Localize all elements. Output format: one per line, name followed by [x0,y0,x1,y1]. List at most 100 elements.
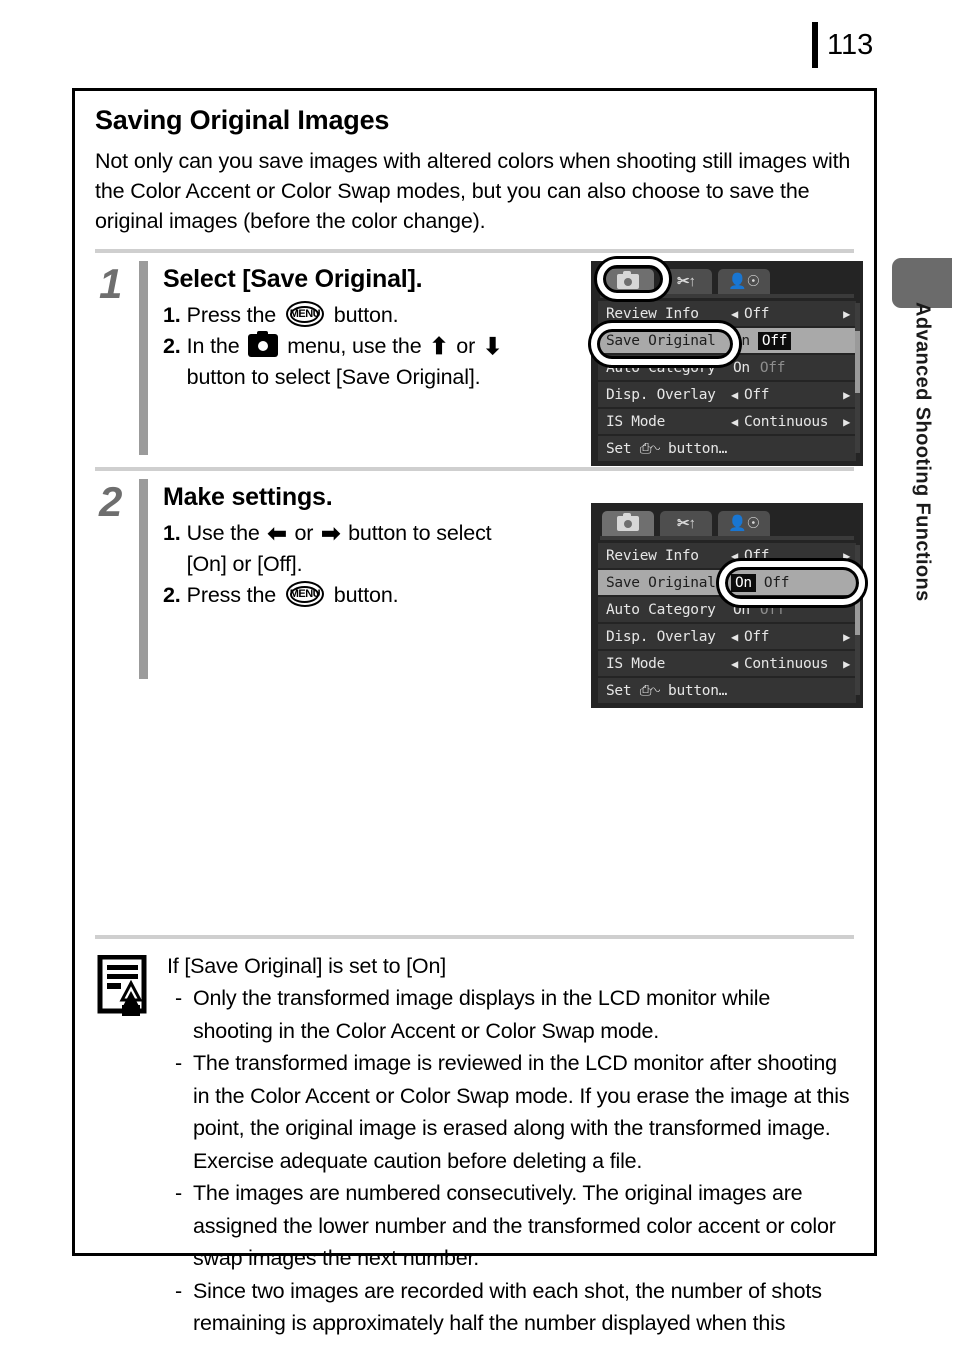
lcd-2-tab-mycamera[interactable]: 👤☉ [718,511,770,536]
lcd-screen-2: ✂↑ 👤☉ Review Info ◀ Off ▶ Save Original … [591,503,865,708]
lcd-2-tab-setup[interactable]: ✂↑ [660,511,712,536]
step-2-item-1-number: 1. [163,521,181,545]
note-block: If [Save Original] is set to [On] - Only… [75,939,874,1345]
left-arrow-icon: ◀ [731,306,738,321]
lcd-2-row-save-original[interactable]: Save Original On Off [598,570,856,595]
content-frame: Saving Original Images Not only can you … [72,88,877,1345]
intro-block: Saving Original Images Not only can you … [75,91,874,236]
lcd-2-rows: Review Info ◀ Off ▶ Save Original On Off [598,543,860,703]
step-1-item-2-mid: menu, use the [287,334,422,358]
lcd-2-tabs: ✂↑ 👤☉ [598,509,856,536]
lcd-1-row-review-info[interactable]: Review Info ◀ Off ▶ [598,301,856,326]
camera-icon [617,271,639,289]
section-description: Not only can you save images with altere… [95,149,851,233]
step-2-item-2-pre: Press the [186,583,277,607]
bullet-dash: - [175,1181,182,1205]
lcd-2-auto-category-on[interactable]: On [731,602,752,618]
lcd-2-row-disp-overlay[interactable]: Disp. Overlay ◀ Off ▶ [598,624,856,649]
lcd-1-auto-category-on[interactable]: On [731,360,752,376]
bullet-dash: - [175,1051,182,1075]
right-arrow-icon: ▶ [843,414,850,429]
lcd-2-row-review-info[interactable]: Review Info ◀ Off ▶ [598,543,856,568]
step-2-item-2-post: button. [333,583,399,607]
lcd-2-review-info-val: Off [743,547,770,564]
page-number: 113 [827,28,874,61]
lcd-2-row-is-mode-value: ◀ Continuous ▶ [731,656,850,672]
left-arrow-icon: ◀ [731,656,738,671]
lcd-1-tab-shooting[interactable] [602,269,654,294]
left-arrow-icon: ◀ [731,629,738,644]
lcd-2-row-auto-category[interactable]: Auto Category On Off [598,597,856,622]
note-bullet-4: - Since two images are recorded with eac… [167,1275,854,1345]
step-1-item-2-post: button to select [Save Original]. [186,365,481,389]
step-2-item-1-post: button to select [348,521,492,545]
lcd-1-tabbar-line [600,294,854,298]
lcd-2-row-disp-overlay-value: ◀ Off ▶ [731,629,850,645]
right-arrow-icon: ▶ [843,387,850,402]
lcd-1-row-disp-overlay-label: Disp. Overlay [606,386,716,403]
lcd-1-auto-category-off[interactable]: Off [758,360,787,376]
note-bullet-2-text: The transformed image is reviewed in the… [193,1051,850,1173]
lcd-2-row-save-original-value: On Off [731,573,850,592]
lcd-1-rows: Review Info ◀ Off ▶ Save Original On Off [598,301,860,461]
lcd-2-auto-category-off[interactable]: Off [758,602,787,618]
tools-icon: ✂↑ [676,273,696,290]
lcd-1-tabs: ✂↑ 👤☉ [598,267,856,294]
lcd-1-is-mode-val: Continuous [743,413,829,430]
menu-button-icon: MENU [285,301,324,327]
lcd-2-scrollbar[interactable] [855,545,860,695]
lcd-2-disp-overlay-val: Off [743,628,770,645]
lcd-2-tabbar-line [600,536,854,540]
step-1-item-2-or: or [456,334,476,358]
step-2-item-1-line2: [On] or [Off]. [186,552,303,576]
step-1-item-1-number: 1. [163,303,181,327]
note-text: If [Save Original] is set to [On] - Only… [159,951,854,1345]
lcd-1-row-auto-category[interactable]: Auto Category On Off [598,355,856,380]
lcd-2-row-disp-overlay-label: Disp. Overlay [606,628,716,645]
step-2-number: 2 [99,478,123,525]
camera-icon [617,513,639,531]
lcd-2-row-set-button[interactable]: Set ⎙∿ button… [598,678,856,703]
lcd-1-row-is-mode[interactable]: IS Mode ◀ Continuous ▶ [598,409,856,434]
lcd-1-tab-mycamera[interactable]: 👤☉ [718,269,770,294]
lcd-1-row-is-mode-label: IS Mode [606,413,666,430]
step-2-item-1-or: or [294,521,314,545]
left-arrow-icon: ◀ [731,414,738,429]
lcd-2-save-original-on[interactable]: On [731,573,756,592]
lcd-1-disp-overlay-val: Off [743,386,770,403]
my-camera-icon: 👤☉ [727,273,761,290]
lcd-2-row-review-info-label: Review Info [606,547,699,564]
right-arrow-icon: ▶ [843,656,850,671]
lcd-1-row-is-mode-value: ◀ Continuous ▶ [731,414,850,430]
lcd-1-scrollbar[interactable] [855,303,860,453]
lcd-1-tab-setup[interactable]: ✂↑ [660,269,712,294]
lcd-screen-1: ✂↑ 👤☉ Review Info ◀ Off ▶ Save Original … [591,259,863,466]
step-1-item-1-post: button. [333,303,399,327]
page-number-area: 113 [812,22,873,68]
lcd-2-tab-shooting[interactable] [602,511,654,536]
lcd-1-save-original-on[interactable]: On [731,333,752,349]
lcd-1-row-save-original[interactable]: Save Original On Off [598,328,856,353]
step-2-item-2-number: 2. [163,583,181,607]
lcd-1-save-original-off[interactable]: Off [757,331,792,350]
step-1-item-2-pre: In the [186,334,240,358]
note-bullet-3-text: The images are numbered consecutively. T… [193,1181,836,1270]
lcd-1-row-review-info-label: Review Info [606,305,699,322]
lcd-1-row-set-button[interactable]: Set ⎙∿ button… [598,436,856,461]
tools-icon: ✂↑ [676,515,696,532]
step-2-rule [139,479,148,679]
lcd-2-is-mode-val: Continuous [743,655,829,672]
lcd-1-row-disp-overlay-value: ◀ Off ▶ [731,387,850,403]
side-chapter-label: Advanced Shooting Functions [892,300,952,720]
lcd-2-row-is-mode[interactable]: IS Mode ◀ Continuous ▶ [598,651,856,676]
lcd-2-save-original-off[interactable]: Off [762,575,791,591]
page-number-rule [812,22,818,68]
lcd-2-row-save-original-label: Save Original [606,574,716,591]
note-bullet-2: - The transformed image is reviewed in t… [167,1047,854,1177]
step-1-rule [139,261,148,455]
shooting-menu-camera-icon [248,331,279,357]
side-chapter-text: Advanced Shooting Functions [911,302,934,602]
lcd-1-row-disp-overlay[interactable]: Disp. Overlay ◀ Off ▶ [598,382,856,407]
section-title: Saving Original Images [95,105,390,135]
note-bullet-4-text: Since two images are recorded with each … [193,1278,822,1345]
